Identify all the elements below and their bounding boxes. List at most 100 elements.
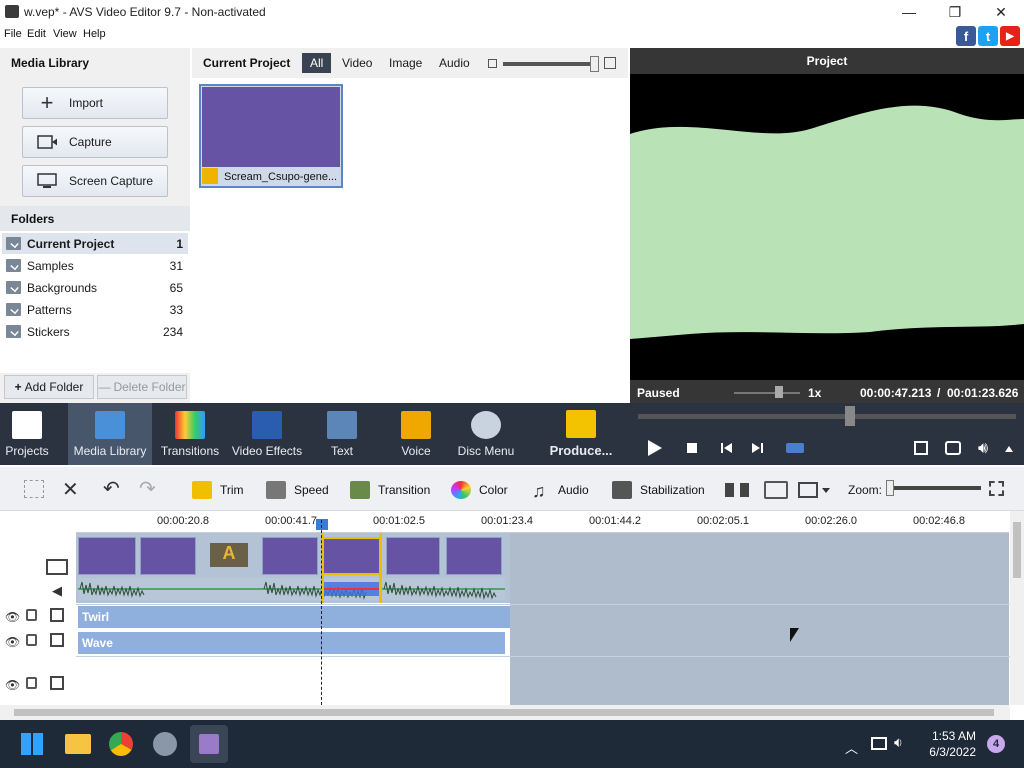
volume-expand-icon[interactable] [1005, 446, 1013, 452]
import-button[interactable]: + Import [22, 87, 168, 119]
tab-audio[interactable]: Audio [431, 53, 478, 73]
produce-tool[interactable]: Produce... [548, 403, 614, 465]
delete-folder-button[interactable]: — Delete Folder [97, 375, 187, 399]
aspect-icon[interactable] [798, 482, 818, 498]
menu-edit[interactable]: Edit [27, 28, 46, 40]
folder-stickers[interactable]: Stickers 234 [2, 321, 188, 342]
folder-backgrounds[interactable]: Backgrounds 65 [2, 277, 188, 298]
facebook-icon[interactable]: f [956, 26, 976, 46]
text-tool[interactable]: Text [316, 403, 368, 465]
add-folder-button[interactable]: + Add Folder [4, 375, 94, 399]
screen-capture-button[interactable]: Screen Capture [22, 165, 168, 197]
folder-patterns[interactable]: Patterns 33 [2, 299, 188, 320]
menu-file[interactable]: File [4, 28, 22, 40]
snapshot-icon[interactable] [945, 441, 961, 455]
lock-icon[interactable] [26, 634, 37, 646]
aspect-dropdown-icon[interactable] [822, 488, 830, 493]
zoom-handle[interactable] [886, 480, 894, 496]
timeline-ruler[interactable] [76, 511, 1009, 533]
preview-screen[interactable] [630, 74, 1024, 380]
next-frame-icon[interactable] [752, 443, 763, 453]
text-clip-icon[interactable]: A [210, 543, 248, 567]
timeline-empty-area[interactable] [510, 533, 1009, 705]
split-icon[interactable] [725, 483, 749, 497]
close-button[interactable]: ✕ [978, 0, 1024, 24]
speed-slider-handle[interactable] [775, 386, 783, 398]
horizontal-scroll-thumb[interactable] [14, 709, 994, 716]
media-thumbnail[interactable]: Scream_Csupo-gene... [199, 84, 343, 188]
audio-button[interactable]: ♫ Audio [532, 481, 589, 501]
thumb-size-slider[interactable] [503, 62, 597, 66]
file-explorer-icon[interactable] [65, 734, 91, 754]
maximize-button[interactable]: ❐ [932, 0, 978, 24]
small-thumb-icon[interactable] [488, 59, 497, 68]
chevron-up-icon[interactable]: ︿ [845, 738, 858, 757]
play-icon[interactable] [648, 440, 662, 456]
eye-icon[interactable]: 👁︎ [5, 610, 20, 624]
seek-bar[interactable] [638, 414, 1016, 419]
trim-marker-right[interactable] [379, 533, 382, 603]
fit-zoom-icon[interactable] [989, 481, 1004, 496]
chrome-icon[interactable] [109, 732, 133, 756]
menu-help[interactable]: Help [83, 28, 106, 40]
fullscreen-icon[interactable] [914, 441, 928, 455]
video-clip[interactable] [446, 537, 502, 575]
lock-icon[interactable] [26, 609, 37, 621]
undo-icon[interactable]: ↶ [103, 476, 120, 501]
effect-bar-twirl[interactable]: Twirl [78, 606, 510, 628]
vertical-scroll-thumb[interactable] [1013, 522, 1021, 578]
tab-image[interactable]: Image [381, 53, 430, 73]
eye-icon[interactable]: 👁︎ [5, 678, 20, 692]
trim-button[interactable]: Trim [192, 481, 244, 499]
volume-icon[interactable]: 🔊︎ [978, 440, 988, 458]
seek-handle[interactable] [844, 406, 855, 426]
speaker-icon[interactable]: ◀ [52, 583, 62, 599]
storyboard-icon[interactable] [24, 480, 44, 498]
volume-tray-icon[interactable]: 🔉︎ [894, 734, 903, 751]
stabilization-button[interactable]: Stabilization [612, 481, 705, 499]
minimize-button[interactable]: — [886, 0, 932, 24]
large-thumb-icon[interactable] [604, 57, 616, 69]
audio-waveform[interactable] [78, 578, 505, 600]
video-clip[interactable] [78, 537, 136, 575]
playhead-marker[interactable] [316, 519, 328, 530]
zoom-slider[interactable] [888, 486, 981, 490]
voice-tool[interactable]: Voice [390, 403, 442, 465]
speed-button[interactable]: Speed [266, 481, 329, 499]
stop-icon[interactable] [687, 443, 697, 453]
avs-taskbar-button[interactable] [190, 725, 228, 763]
transition-button[interactable]: Transition [350, 481, 430, 499]
youtube-icon[interactable]: ▶ [1000, 26, 1020, 46]
delete-icon[interactable]: ✕ [62, 477, 79, 502]
video-clip[interactable] [140, 537, 196, 575]
tab-video[interactable]: Video [334, 53, 380, 73]
settings-icon[interactable] [153, 732, 177, 756]
video-effects-tool[interactable]: Video Effects [228, 403, 306, 465]
eye-icon[interactable]: 👁︎ [5, 635, 20, 649]
video-clip[interactable] [262, 537, 318, 575]
transitions-tool[interactable]: Transitions [158, 403, 222, 465]
lock-icon[interactable] [26, 677, 37, 689]
menu-view[interactable]: View [53, 28, 77, 40]
disc-menu-tool[interactable]: Disc Menu [456, 403, 516, 465]
clock-time[interactable]: 1:53 AM [926, 729, 976, 743]
capture-button[interactable]: Capture [22, 126, 168, 158]
effect-bar-wave[interactable]: Wave [78, 632, 505, 654]
loop-icon[interactable] [786, 443, 804, 453]
media-library-tool[interactable]: Media Library [68, 403, 152, 465]
selected-video-clip[interactable] [322, 537, 382, 575]
clock-date[interactable]: 6/3/2022 [918, 745, 976, 759]
speed-slider[interactable] [734, 392, 800, 394]
twitter-icon[interactable]: t [978, 26, 998, 46]
tab-all[interactable]: All [302, 53, 332, 73]
audio-mixer-icon[interactable] [764, 481, 788, 499]
color-button[interactable]: Color [451, 481, 508, 499]
redo-icon[interactable]: ↷ [139, 476, 156, 501]
prev-frame-icon[interactable] [721, 443, 732, 453]
video-clip[interactable] [386, 537, 440, 575]
projects-tool[interactable]: Projects [0, 403, 54, 465]
start-icon[interactable] [21, 733, 43, 755]
notification-badge[interactable]: 4 [987, 735, 1005, 753]
folder-current-project[interactable]: Current Project 1 [2, 233, 188, 254]
slider-handle[interactable] [590, 56, 599, 72]
